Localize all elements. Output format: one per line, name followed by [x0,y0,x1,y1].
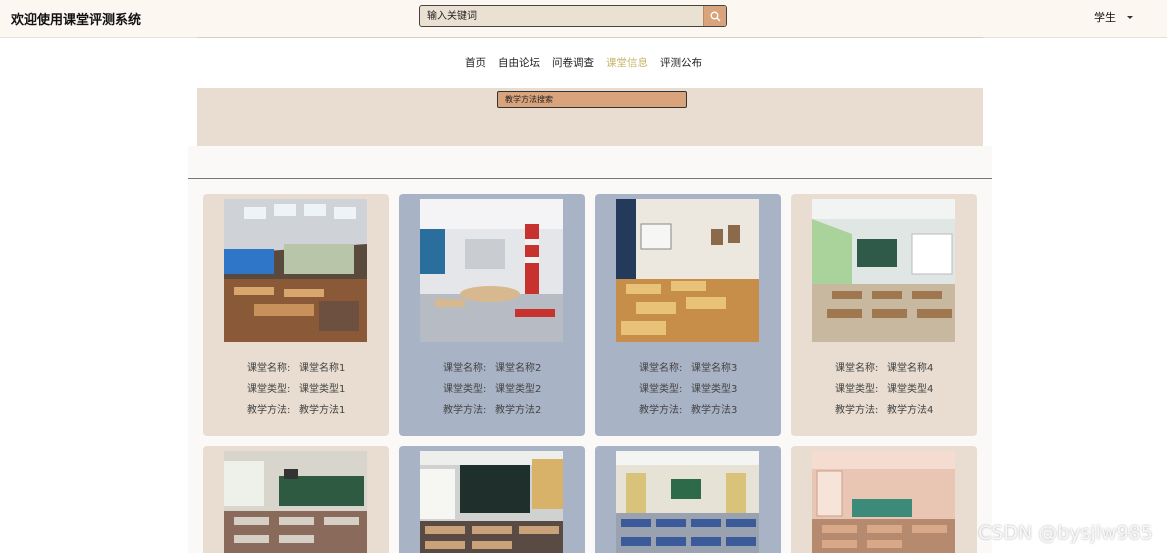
nav-item-survey[interactable]: 问卷调查 [552,55,594,71]
teaching-method-label: 教学方法: [835,405,879,416]
filter-banner: 教学方法搜索 [197,88,983,146]
search-box [419,5,727,27]
class-name-row: 课堂名称: 课堂名称2 [443,359,541,374]
class-type-label: 课堂类型: [443,384,487,395]
nav-item-class-info[interactable]: 课堂信息 [606,55,648,71]
class-card[interactable] [791,446,977,553]
class-card[interactable]: 课堂名称: 课堂名称1 课堂类型: 课堂类型1 教学方法: 教学方法1 [203,194,389,436]
class-name-label: 课堂名称: [835,363,879,374]
main-nav: 首页 自由论坛 问卷调查 课堂信息 评测公布 [0,55,1167,71]
lecture-hall-photo [224,199,367,342]
class-type-value: 课堂类型3 [691,384,738,395]
method-search-button[interactable]: 教学方法搜索 [497,91,687,108]
scrolled-banner-edge [197,37,983,38]
class-card[interactable]: 课堂名称: 课堂名称2 课堂类型: 课堂类型2 教学方法: 教学方法2 [399,194,585,436]
warm-lit-classroom-photo [812,451,955,553]
class-type-row: 课堂类型: 课堂类型3 [639,380,737,395]
class-name-value: 课堂名称3 [691,363,738,374]
class-name-label: 课堂名称: [639,363,683,374]
class-type-value: 课堂类型2 [495,384,542,395]
nav-item-results[interactable]: 评测公布 [660,55,702,71]
class-name-label: 课堂名称: [247,363,291,374]
class-type-row: 课堂类型: 课堂类型2 [443,380,541,395]
user-label: 学生 [1094,11,1116,24]
teaching-method-row: 教学方法: 教学方法3 [639,401,737,416]
classroom-map-blackboard-photo [420,451,563,553]
teaching-method-label: 教学方法: [247,405,291,416]
classroom-blue-desks-photo [616,451,759,553]
class-type-row: 课堂类型: 课堂类型4 [835,380,933,395]
class-name-row: 课堂名称: 课堂名称1 [247,359,345,374]
modern-classroom-photo [420,199,563,342]
class-type-row: 课堂类型: 课堂类型1 [247,380,345,395]
search-button[interactable] [703,6,726,26]
class-name-value: 课堂名称2 [495,363,542,374]
class-name-row: 课堂名称: 课堂名称3 [639,359,737,374]
teaching-method-value: 教学方法3 [691,405,738,416]
class-card[interactable] [203,446,389,553]
class-name-row: 课堂名称: 课堂名称4 [835,359,933,374]
teaching-method-row: 教学方法: 教学方法4 [835,401,933,416]
nav-item-home[interactable]: 首页 [465,55,486,71]
class-type-label: 课堂类型: [639,384,683,395]
class-type-value: 课堂类型1 [299,384,346,395]
spacer-strip [188,146,992,178]
classroom-chalkboard-photo [224,451,367,553]
class-card[interactable]: 课堂名称: 课堂名称4 课堂类型: 课堂类型4 教学方法: 教学方法4 [791,194,977,436]
teaching-method-value: 教学方法2 [495,405,542,416]
green-wall-classroom-photo [812,199,955,342]
teaching-method-value: 教学方法1 [299,405,346,416]
app-title: 欢迎使用课堂评测系统 [11,13,142,28]
caret-down-icon [1127,16,1133,19]
teaching-method-row: 教学方法: 教学方法1 [247,401,345,416]
class-type-label: 课堂类型: [835,384,879,395]
teaching-method-value: 教学方法4 [887,405,934,416]
top-header: 欢迎使用课堂评测系统 学生 [0,0,1167,38]
watermark: CSDN @bysjlw985 [978,522,1153,544]
class-card[interactable] [595,446,781,553]
user-menu[interactable]: 学生 [1094,9,1133,25]
class-name-label: 课堂名称: [443,363,487,374]
class-type-value: 课堂类型4 [887,384,934,395]
teaching-method-label: 教学方法: [639,405,683,416]
search-input[interactable] [420,6,711,26]
nav-item-forum[interactable]: 自由论坛 [498,55,540,71]
class-name-value: 课堂名称4 [887,363,934,374]
class-card[interactable] [399,446,585,553]
teaching-method-row: 教学方法: 教学方法2 [443,401,541,416]
class-type-label: 课堂类型: [247,384,291,395]
classroom-with-projector-photo [616,199,759,342]
teaching-method-label: 教学方法: [443,405,487,416]
search-icon [710,7,721,26]
class-name-value: 课堂名称1 [299,363,346,374]
class-card[interactable]: 课堂名称: 课堂名称3 课堂类型: 课堂类型3 教学方法: 教学方法3 [595,194,781,436]
